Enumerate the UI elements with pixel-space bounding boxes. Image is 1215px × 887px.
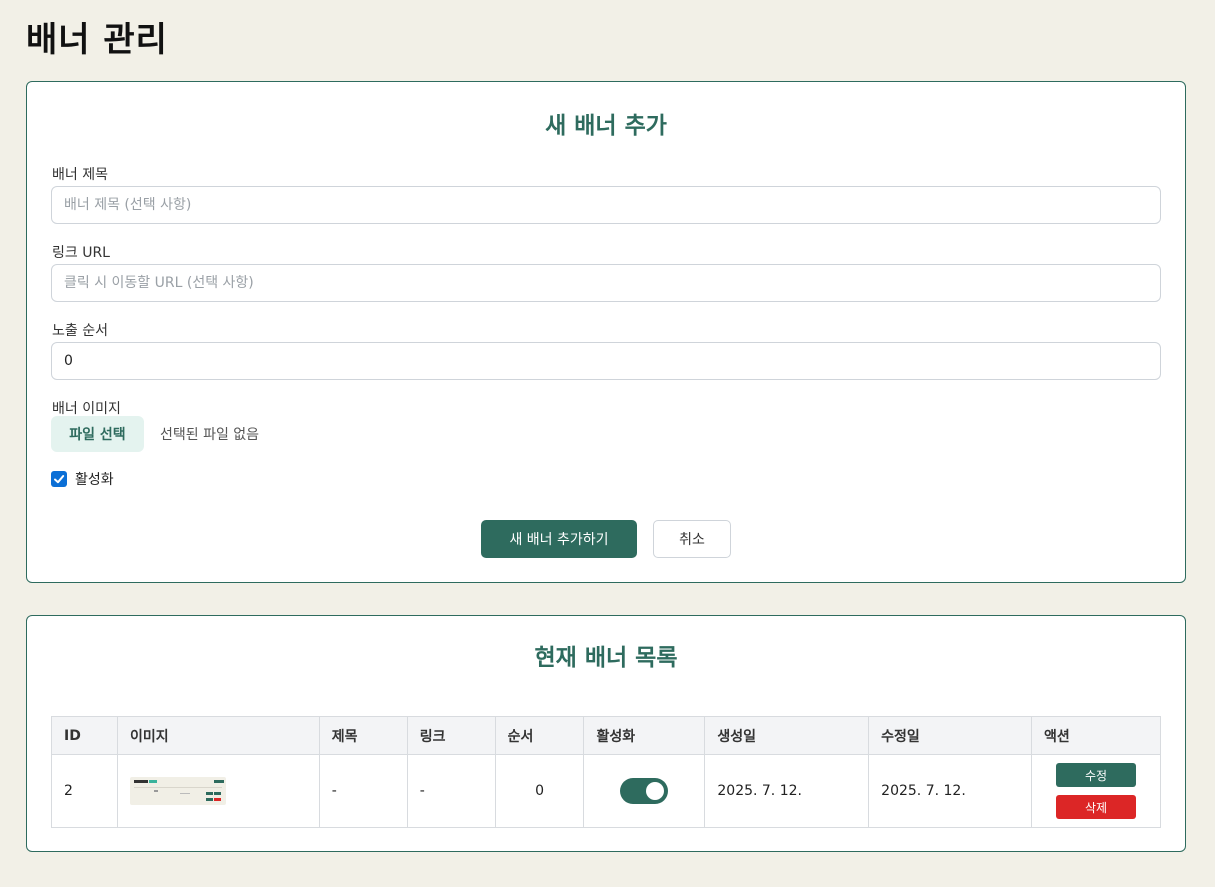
active-checkbox-row: 활성화 <box>51 469 114 489</box>
banner-actions-cell: 수정 삭제 <box>1030 754 1162 828</box>
banner-updated-cell: 2025. 7. 12. <box>868 754 1032 828</box>
page-title: 배너 관리 <box>26 20 168 60</box>
column-header-active: 활성화 <box>583 716 706 755</box>
toggle-knob <box>646 782 665 800</box>
add-banner-heading: 새 배너 추가 <box>545 113 667 139</box>
link-url-label: 링크 URL <box>52 245 110 261</box>
add-banner-panel: 새 배너 추가 배너 제목 링크 URL 노출 순서 배너 이미지 파일 선택 … <box>26 81 1186 583</box>
banner-list-panel: 현재 배너 목록 ID 이미지 제목 링크 순서 활성화 생성일 수정일 액션 … <box>26 615 1186 852</box>
edit-button[interactable]: 수정 <box>1055 763 1136 787</box>
file-status-text: 선택된 파일 없음 <box>160 427 260 443</box>
column-header-image: 이미지 <box>116 716 320 755</box>
banner-title-cell: - <box>318 754 408 828</box>
banner-title-input[interactable] <box>51 186 1161 224</box>
cancel-button[interactable]: 취소 <box>653 520 731 558</box>
active-toggle[interactable] <box>620 778 669 804</box>
column-header-actions: 액션 <box>1030 716 1162 755</box>
banner-created-cell: 2025. 7. 12. <box>704 754 870 828</box>
active-checkbox[interactable] <box>51 471 67 487</box>
file-upload-row: 파일 선택 선택된 파일 없음 <box>51 416 259 452</box>
column-header-order: 순서 <box>494 716 585 755</box>
banner-list-heading: 현재 배너 목록 <box>534 645 678 671</box>
banner-id-cell: 2 <box>51 754 118 828</box>
column-header-updated: 수정일 <box>868 716 1032 755</box>
column-header-link: 링크 <box>406 716 496 755</box>
banner-link-cell: - <box>406 754 496 828</box>
display-order-input[interactable] <box>51 342 1161 380</box>
delete-button[interactable]: 삭제 <box>1055 795 1136 819</box>
banner-active-cell <box>583 754 706 828</box>
table-header-row: ID 이미지 제목 링크 순서 활성화 생성일 수정일 액션 <box>51 716 1162 755</box>
banner-table: ID 이미지 제목 링크 순서 활성화 생성일 수정일 액션 2 - - 0 2… <box>51 716 1162 828</box>
table-row: 2 - - 0 2025. 7. 12. 2025. 7. 12. 수정 삭제 <box>51 754 1162 828</box>
link-url-input[interactable] <box>51 264 1161 302</box>
banner-title-label: 배너 제목 <box>52 167 108 183</box>
checkmark-icon <box>54 475 65 484</box>
banner-order-cell: 0 <box>494 754 585 828</box>
column-header-created: 생성일 <box>704 716 870 755</box>
banner-image-label: 배너 이미지 <box>52 401 121 417</box>
add-banner-button[interactable]: 새 배너 추가하기 <box>481 520 637 558</box>
active-checkbox-label: 활성화 <box>75 472 114 488</box>
choose-file-button[interactable]: 파일 선택 <box>51 416 144 452</box>
display-order-label: 노출 순서 <box>52 323 108 339</box>
banner-image-cell <box>116 754 320 828</box>
banner-thumbnail <box>129 777 226 805</box>
column-header-id: ID <box>51 716 118 755</box>
column-header-title: 제목 <box>318 716 408 755</box>
